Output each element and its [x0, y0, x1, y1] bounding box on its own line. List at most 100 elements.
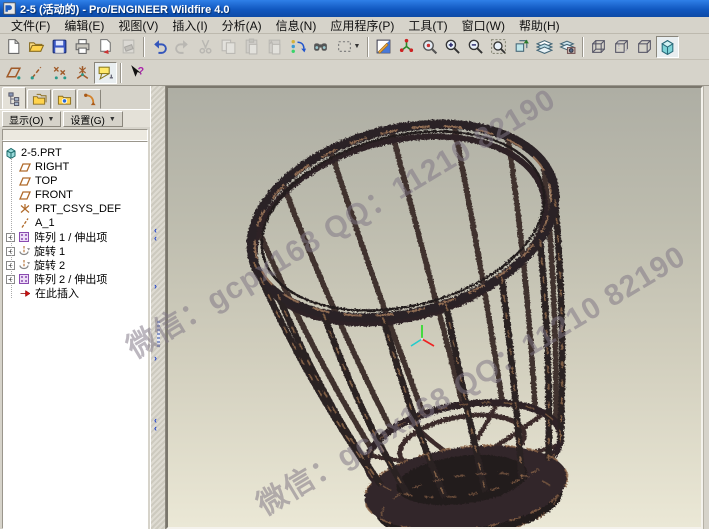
- insert-here-icon: [19, 287, 32, 299]
- redo-button[interactable]: [171, 36, 194, 58]
- tab-connections[interactable]: [77, 89, 101, 109]
- menu-item[interactable]: 帮助(H): [512, 17, 567, 34]
- wireframe-display-button[interactable]: [587, 36, 610, 58]
- cut-icon: [197, 38, 214, 55]
- spin-center-toggle[interactable]: [395, 36, 418, 58]
- tree-item[interactable]: 2-5.PRT: [5, 146, 147, 160]
- erase-button[interactable]: [117, 36, 140, 58]
- layers-button[interactable]: [533, 36, 556, 58]
- datum-axis-display-toggle[interactable]: [25, 62, 48, 84]
- redo-icon: [174, 38, 191, 55]
- tree-plane-icon: [19, 161, 32, 173]
- copy-button[interactable]: [217, 36, 240, 58]
- tab-model-tree[interactable]: [2, 87, 26, 109]
- datum-plane-display-toggle[interactable]: [2, 62, 25, 84]
- toolbar-separator: [582, 37, 584, 57]
- menu-item[interactable]: 插入(I): [165, 17, 214, 34]
- selection-filter-button[interactable]: ▼: [332, 36, 364, 58]
- main-area: 显示(O) ▼ 设置(G) ▼ 2-5.PRTRIGHTTOPFRONTPRT_…: [0, 86, 709, 529]
- tree-item[interactable]: A_1: [5, 216, 147, 230]
- find-icon: [312, 38, 329, 55]
- tree-item[interactable]: FRONT: [5, 188, 147, 202]
- no-hidden-display-button[interactable]: [633, 36, 656, 58]
- splitter-collapse-icon[interactable]: ‹‹: [154, 226, 157, 242]
- menu-item[interactable]: 应用程序(P): [323, 17, 401, 34]
- save-button[interactable]: [48, 36, 71, 58]
- context-help-button[interactable]: ?: [125, 62, 148, 84]
- menu-item[interactable]: 视图(V): [111, 17, 165, 34]
- model-tree: 2-5.PRTRIGHTTOPFRONTPRT_CSYS_DEFA_1+阵列 1…: [2, 141, 148, 529]
- datum-point-display-toggle[interactable]: [48, 62, 71, 84]
- menu-item[interactable]: 编辑(E): [57, 17, 111, 34]
- zoom-in-icon: [444, 38, 461, 55]
- splitter-expand-icon[interactable]: ›: [154, 282, 157, 290]
- menu-item[interactable]: 信息(N): [269, 17, 324, 34]
- copy-icon: [220, 38, 237, 55]
- tree-item[interactable]: 在此插入: [5, 286, 147, 300]
- print-button[interactable]: [71, 36, 94, 58]
- layers-icon: [536, 38, 553, 55]
- menu-item[interactable]: 分析(A): [215, 17, 269, 34]
- tree-item[interactable]: PRT_CSYS_DEF: [5, 202, 147, 216]
- basket-3d-model: [168, 88, 703, 527]
- tree-csys-icon: [19, 203, 32, 215]
- zoom-rotate-icon: [421, 38, 438, 55]
- view-manager-button[interactable]: [556, 36, 579, 58]
- find-button[interactable]: [309, 36, 332, 58]
- save-icon: [51, 38, 68, 55]
- model-tree-tab-icon: [7, 91, 22, 106]
- repaint-button[interactable]: [372, 36, 395, 58]
- refit-button[interactable]: [487, 36, 510, 58]
- tree-item[interactable]: +阵列 1 / 伸出项: [5, 230, 147, 244]
- graphics-viewport[interactable]: [166, 86, 703, 529]
- undo-button[interactable]: [148, 36, 171, 58]
- orient-button[interactable]: [418, 36, 441, 58]
- csys-display-toggle[interactable]: [71, 62, 94, 84]
- open-button[interactable]: [25, 36, 48, 58]
- revolve-icon: [18, 259, 31, 271]
- tree-item[interactable]: RIGHT: [5, 160, 147, 174]
- splitter-expand-icon[interactable]: ›: [154, 354, 157, 362]
- paste-special-icon: [266, 38, 283, 55]
- app-icon: [3, 2, 16, 15]
- tree-item[interactable]: TOP: [5, 174, 147, 188]
- regenerate-button[interactable]: [286, 36, 309, 58]
- annotation-display-toggle[interactable]: [94, 62, 117, 84]
- splitter-grip[interactable]: [157, 321, 160, 347]
- new-button[interactable]: [2, 36, 25, 58]
- zoom-out-button[interactable]: [464, 36, 487, 58]
- tab-favorites[interactable]: [52, 89, 76, 109]
- menu-item[interactable]: 窗口(W): [455, 17, 512, 34]
- menu-item[interactable]: 文件(F): [4, 17, 57, 34]
- menu-item[interactable]: 工具(T): [401, 17, 454, 34]
- regenerate-icon: [289, 38, 306, 55]
- cut-button[interactable]: [194, 36, 217, 58]
- refit-icon: [490, 38, 507, 55]
- datum-plane-icon: [5, 64, 22, 81]
- select-box-icon: [336, 38, 353, 55]
- menu-bar: 文件(F)编辑(E)视图(V)插入(I)分析(A)信息(N)应用程序(P)工具(…: [0, 17, 709, 34]
- tab-folder-browser[interactable]: [27, 89, 51, 109]
- toolbar-secondary: ?: [0, 60, 709, 86]
- orient-mode-button[interactable]: [510, 36, 533, 58]
- tree-item-label: 在此插入: [35, 285, 79, 301]
- hidden-line-display-button[interactable]: [610, 36, 633, 58]
- chevron-down-icon: ▼: [47, 116, 54, 123]
- connections-tab-icon: [82, 92, 97, 107]
- paste-button[interactable]: [240, 36, 263, 58]
- paste-special-button[interactable]: [263, 36, 286, 58]
- save-copy-button[interactable]: [94, 36, 117, 58]
- proe-window: 2-5 (活动的) - Pro/ENGINEER Wildfire 4.0 文件…: [0, 0, 709, 529]
- cube-shaded-icon: [659, 38, 676, 55]
- navigator-splitter[interactable]: ‹‹ › › ‹‹: [150, 86, 166, 529]
- show-button[interactable]: 显示(O) ▼: [2, 111, 61, 127]
- chevron-down-icon: ▼: [109, 116, 116, 123]
- zoom-in-button[interactable]: [441, 36, 464, 58]
- tree-item[interactable]: +旋转 1: [5, 244, 147, 258]
- shaded-display-button[interactable]: [656, 36, 679, 58]
- tree-item[interactable]: +阵列 2 / 伸出项: [5, 272, 147, 286]
- tree-item[interactable]: +旋转 2: [5, 258, 147, 272]
- settings-button[interactable]: 设置(G) ▼: [63, 111, 122, 127]
- splitter-collapse-icon[interactable]: ‹‹: [154, 416, 157, 432]
- erase-icon: [120, 38, 137, 55]
